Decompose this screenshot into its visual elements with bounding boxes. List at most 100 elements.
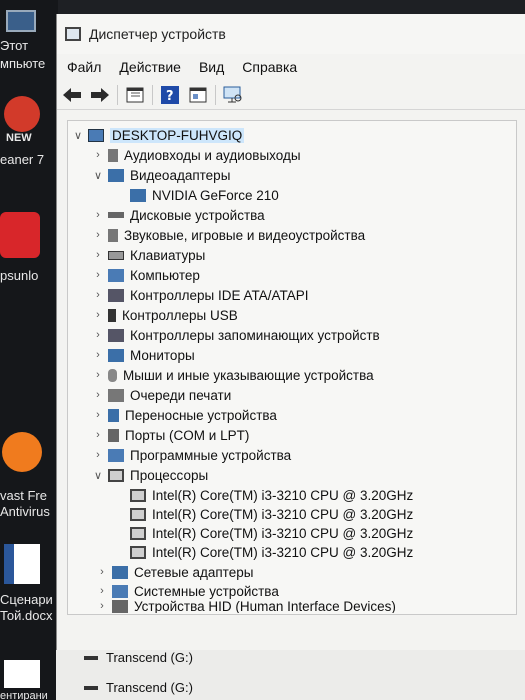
properties-button[interactable] bbox=[187, 84, 209, 106]
system-icon bbox=[112, 584, 128, 598]
computer-icon bbox=[88, 128, 104, 142]
device-manager-icon bbox=[65, 27, 81, 41]
tree-node-mice[interactable]: › Мыши и иные указывающие устройства bbox=[92, 365, 373, 385]
storage-icon bbox=[108, 328, 124, 342]
chevron-down-icon[interactable]: ∨ bbox=[72, 129, 84, 142]
tree-node-print-queues[interactable]: › Очереди печати bbox=[92, 385, 231, 405]
chevron-right-icon[interactable]: › bbox=[92, 229, 104, 241]
tree-leaf-gpu[interactable]: NVIDIA GeForce 210 bbox=[114, 185, 279, 205]
node-label: Устройства HID (Human Interface Devices) bbox=[134, 599, 396, 613]
node-label: Intel(R) Core(TM) i3-3210 CPU @ 3.20GHz bbox=[152, 525, 414, 541]
tree-node-keyboards[interactable]: › Клавиатуры bbox=[92, 245, 205, 265]
tree-leaf-cpu[interactable]: Intel(R) Core(TM) i3-3210 CPU @ 3.20GHz bbox=[114, 542, 413, 562]
document-icon[interactable] bbox=[4, 660, 40, 688]
menu-file[interactable]: Файл bbox=[67, 59, 101, 75]
display-adapter-icon bbox=[108, 168, 124, 182]
chevron-down-icon[interactable]: ∨ bbox=[92, 469, 104, 482]
chevron-right-icon[interactable]: › bbox=[92, 449, 104, 461]
chevron-right-icon[interactable]: › bbox=[92, 269, 104, 281]
tree-node-system-devices[interactable]: › Системные устройства bbox=[96, 581, 279, 601]
chevron-right-icon[interactable]: › bbox=[92, 389, 104, 401]
usb-drive-icon bbox=[84, 655, 98, 660]
cpu-icon bbox=[108, 468, 124, 482]
chevron-right-icon[interactable]: › bbox=[92, 369, 104, 381]
show-hide-console-tree-button[interactable] bbox=[124, 84, 146, 106]
chevron-right-icon[interactable]: › bbox=[92, 149, 104, 161]
disk-icon bbox=[108, 212, 124, 218]
ide-icon bbox=[108, 288, 124, 302]
speaker-icon bbox=[108, 148, 118, 162]
usb-drive-icon bbox=[84, 685, 98, 690]
node-label: Программные устройства bbox=[130, 447, 292, 463]
tree-node-portable-devices[interactable]: › Переносные устройства bbox=[92, 405, 277, 425]
cpu-icon bbox=[130, 545, 146, 559]
chevron-right-icon[interactable]: › bbox=[96, 585, 108, 597]
chevron-down-icon[interactable]: ∨ bbox=[92, 169, 104, 182]
tree-node-sound-devices[interactable]: › Звуковые, игровые и видеоустройства bbox=[92, 225, 365, 245]
node-label: Процессоры bbox=[130, 467, 209, 483]
drive-label: Transcend (G:) bbox=[106, 680, 193, 695]
desktop-label: Сценари bbox=[0, 592, 53, 607]
chevron-right-icon[interactable]: › bbox=[92, 349, 104, 361]
avast-icon[interactable] bbox=[2, 432, 42, 472]
mouse-icon bbox=[108, 368, 117, 382]
tree-node-ports[interactable]: › Порты (COM и LPT) bbox=[92, 425, 249, 445]
chevron-right-icon[interactable]: › bbox=[92, 409, 104, 421]
menu-view[interactable]: Вид bbox=[199, 59, 224, 75]
tree-node-audio-io[interactable]: › Аудиовходы и аудиовыходы bbox=[92, 145, 300, 165]
chevron-right-icon[interactable]: › bbox=[96, 600, 108, 612]
tree-leaf-cpu[interactable]: Intel(R) Core(TM) i3-3210 CPU @ 3.20GHz bbox=[114, 485, 413, 505]
tree-node-ide-controllers[interactable]: › Контроллеры IDE ATA/ATAPI bbox=[92, 285, 308, 305]
tree-node-usb-controllers[interactable]: › Контроллеры USB bbox=[92, 305, 238, 325]
cpu-icon bbox=[130, 488, 146, 502]
tree-node-network-adapters[interactable]: › Сетевые адаптеры bbox=[96, 562, 253, 582]
cpu-icon bbox=[130, 526, 146, 540]
toolbar: ? bbox=[57, 80, 525, 110]
tree-leaf-cpu[interactable]: Intel(R) Core(TM) i3-3210 CPU @ 3.20GHz bbox=[114, 523, 413, 543]
drive-item[interactable]: Transcend (G:) bbox=[84, 650, 193, 665]
chevron-right-icon[interactable]: › bbox=[92, 209, 104, 221]
chevron-right-icon[interactable]: › bbox=[96, 566, 108, 578]
node-label: Контроллеры запоминающих устройств bbox=[130, 327, 380, 343]
chevron-right-icon[interactable]: › bbox=[92, 329, 104, 341]
node-label: Очереди печати bbox=[130, 387, 232, 403]
word-document-icon[interactable] bbox=[4, 544, 40, 584]
display-adapter-icon bbox=[130, 188, 146, 202]
node-label: Мониторы bbox=[130, 347, 195, 363]
this-pc-icon[interactable] bbox=[6, 10, 36, 32]
tree-node-processors[interactable]: ∨ Процессоры bbox=[92, 465, 208, 485]
svg-text:?: ? bbox=[166, 89, 174, 104]
chevron-right-icon[interactable]: › bbox=[92, 309, 104, 321]
tree-root-computer[interactable]: ∨ DESKTOP-FUHVGIQ bbox=[72, 125, 245, 145]
unlocker-icon[interactable] bbox=[0, 212, 40, 258]
help-button[interactable]: ? bbox=[159, 84, 181, 106]
tree-node-display-adapters[interactable]: ∨ Видеоадаптеры bbox=[92, 165, 230, 185]
node-label: Переносные устройства bbox=[125, 407, 277, 423]
title-bar[interactable]: Диспетчер устройств bbox=[57, 14, 525, 54]
desktop-label: psunlo bbox=[0, 268, 39, 283]
toolbar-separator bbox=[215, 84, 216, 105]
tree-node-hid[interactable]: › Устройства HID (Human Interface Device… bbox=[96, 599, 396, 613]
menu-action[interactable]: Действие bbox=[119, 59, 181, 75]
device-tree[interactable]: ∨ DESKTOP-FUHVGIQ › Аудиовходы и аудиовы… bbox=[67, 120, 517, 615]
node-label: Intel(R) Core(TM) i3-3210 CPU @ 3.20GHz bbox=[152, 487, 414, 503]
tree-node-software-devices[interactable]: › Программные устройства bbox=[92, 445, 291, 465]
chevron-right-icon[interactable]: › bbox=[92, 289, 104, 301]
back-button[interactable] bbox=[61, 84, 83, 106]
node-label: Intel(R) Core(TM) i3-3210 CPU @ 3.20GHz bbox=[152, 544, 414, 560]
menu-help[interactable]: Справка bbox=[242, 59, 297, 75]
tree-leaf-cpu[interactable]: Intel(R) Core(TM) i3-3210 CPU @ 3.20GHz bbox=[114, 504, 413, 524]
tree-node-computer[interactable]: › Компьютер bbox=[92, 265, 200, 285]
ccleaner-icon[interactable] bbox=[4, 96, 40, 132]
tree-node-disk-drives[interactable]: › Дисковые устройства bbox=[92, 205, 265, 225]
node-label: NVIDIA GeForce 210 bbox=[152, 187, 279, 203]
drive-item[interactable]: Transcend (G:) bbox=[84, 680, 193, 695]
hid-icon bbox=[112, 599, 128, 613]
console-tree-icon bbox=[126, 87, 144, 102]
tree-node-storage-controllers[interactable]: › Контроллеры запоминающих устройств bbox=[92, 325, 380, 345]
chevron-right-icon[interactable]: › bbox=[92, 429, 104, 441]
chevron-right-icon[interactable]: › bbox=[92, 249, 104, 261]
scan-hardware-button[interactable] bbox=[222, 84, 244, 106]
tree-node-monitors[interactable]: › Мониторы bbox=[92, 345, 195, 365]
forward-button[interactable] bbox=[89, 84, 111, 106]
